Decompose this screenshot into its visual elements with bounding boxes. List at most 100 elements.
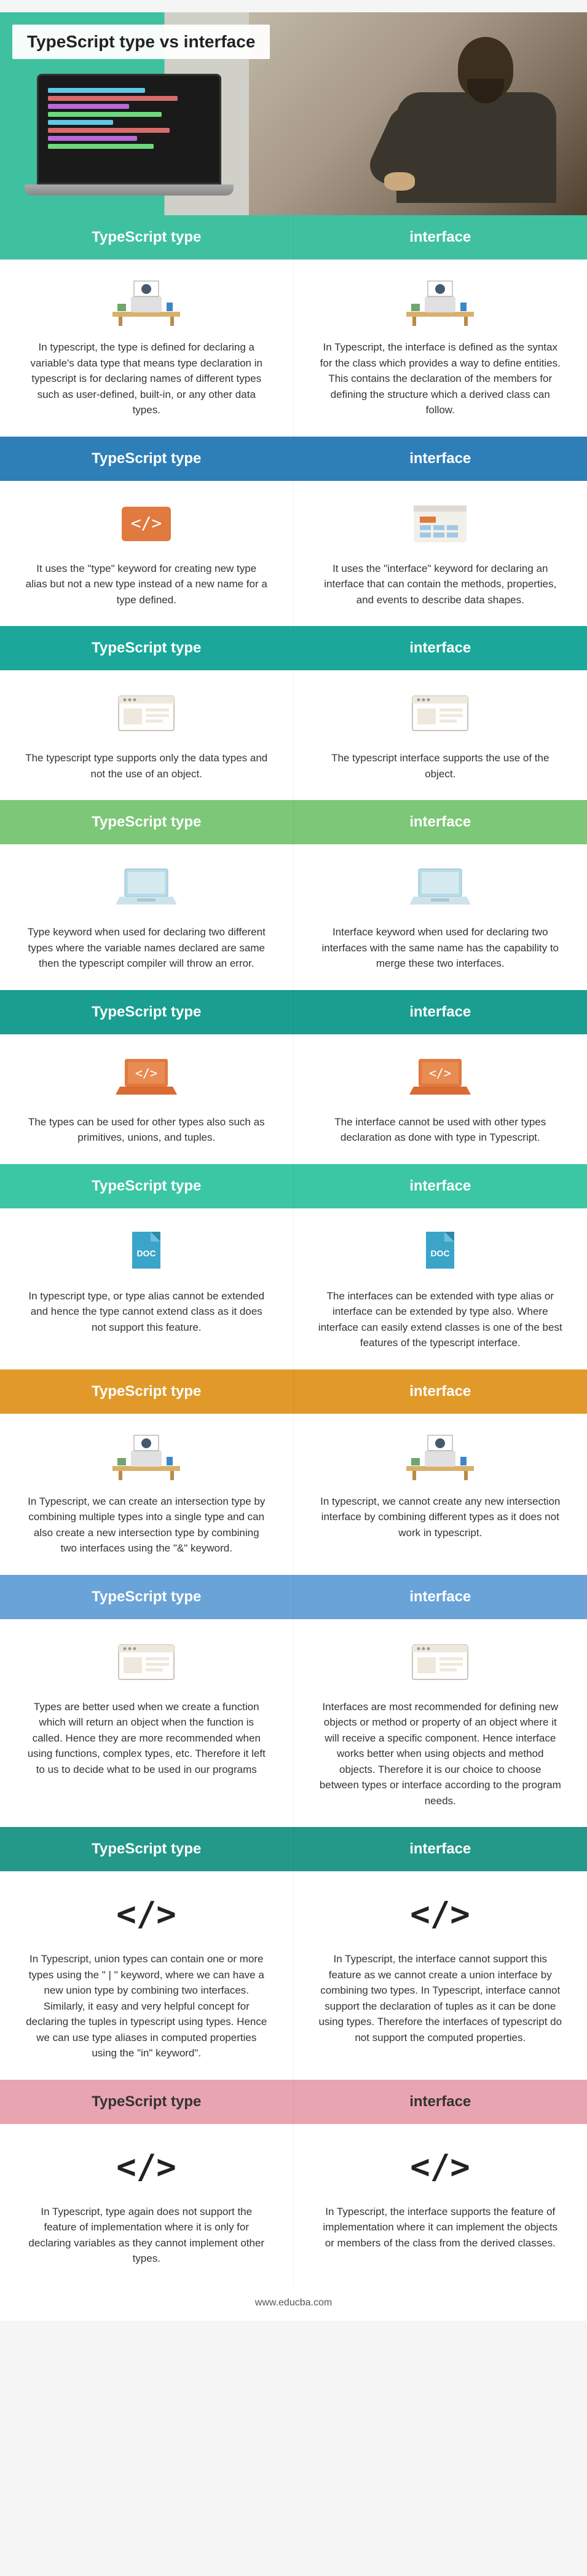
svg-text:</>: </> [429, 1066, 451, 1080]
body-left: </> In Typescript, union types can conta… [0, 1871, 294, 2080]
doc-icon: DOC [112, 1227, 180, 1276]
body-left-text: It uses the "type" keyword for creating … [25, 561, 269, 608]
body-right-text: The interface cannot be used with other … [318, 1114, 563, 1146]
code-brackets-icon: </> [406, 2142, 474, 2192]
body-right: DOC The interfaces can be extended with … [294, 1208, 587, 1369]
page-title: TypeScript type vs interface [12, 25, 270, 59]
header-right: interface [294, 1827, 587, 1871]
browser-icon [406, 689, 474, 738]
footer-url: www.educba.com [0, 2285, 587, 2321]
section-header: TypeScript type interface [0, 800, 587, 844]
body-left-text: In Typescript, union types can contain o… [25, 1951, 269, 2061]
code-brackets-icon: </> [406, 1890, 474, 1939]
header-left: TypeScript type [0, 1369, 294, 1414]
body-left-text: Types are better used when we create a f… [25, 1699, 269, 1778]
body-right: In typescript, we cannot create any new … [294, 1414, 587, 1575]
header-right: interface [294, 437, 587, 481]
desk-icon [112, 278, 180, 327]
laptop-blue-icon [112, 863, 180, 912]
header-left: TypeScript type [0, 626, 294, 670]
body-left: </> It uses the "type" keyword for creat… [0, 481, 294, 627]
body-left-text: Type keyword when used for declaring two… [25, 924, 269, 972]
laptop-blue-icon [406, 863, 474, 912]
hero-section: TypeScript type vs interface [0, 12, 587, 215]
header-right: interface [294, 1164, 587, 1208]
body-right: Interfaces are most recommended for defi… [294, 1619, 587, 1828]
header-right: interface [294, 215, 587, 260]
svg-text:</>: </> [410, 1895, 470, 1933]
body-right: </> In Typescript, the interface support… [294, 2124, 587, 2285]
section-header: TypeScript type interface [0, 1827, 587, 1871]
section-body: </> In Typescript, type again does not s… [0, 2124, 587, 2285]
header-left: TypeScript type [0, 1827, 294, 1871]
body-left-text: In typescript, the type is defined for d… [25, 339, 269, 418]
body-left: Type keyword when used for declaring two… [0, 844, 294, 990]
header-right: interface [294, 1575, 587, 1619]
desk-icon [406, 278, 474, 327]
svg-text:</>: </> [135, 1066, 157, 1080]
browser-icon [112, 689, 180, 738]
body-right-text: In Typescript, the interface supports th… [318, 2204, 563, 2251]
section-header: TypeScript type interface [0, 437, 587, 481]
body-left-text: The typescript type supports only the da… [25, 750, 269, 782]
hero-person-photo [249, 12, 587, 215]
section-header: TypeScript type interface [0, 215, 587, 260]
laptop-orange-icon: </> [112, 1053, 180, 1102]
body-right-text: The interfaces can be extended with type… [318, 1288, 563, 1351]
section-body: Types are better used when we create a f… [0, 1619, 587, 1828]
header-right: interface [294, 2080, 587, 2124]
laptop-orange-icon: </> [406, 1053, 474, 1102]
header-left: TypeScript type [0, 1164, 294, 1208]
body-left: In Typescript, we can create an intersec… [0, 1414, 294, 1575]
section-body: </> The types can be used for other type… [0, 1034, 587, 1164]
section-body: </> In Typescript, union types can conta… [0, 1871, 587, 2080]
body-right: The typescript interface supports the us… [294, 670, 587, 800]
header-right: interface [294, 626, 587, 670]
body-right: In Typescript, the interface is defined … [294, 260, 587, 437]
body-left: </> The types can be used for other type… [0, 1034, 294, 1164]
section-header: TypeScript type interface [0, 990, 587, 1034]
browser-icon [112, 1638, 180, 1687]
section-header: TypeScript type interface [0, 2080, 587, 2124]
body-left-text: In Typescript, type again does not suppo… [25, 2204, 269, 2267]
body-right-text: In Typescript, the interface cannot supp… [318, 1951, 563, 2045]
header-left: TypeScript type [0, 1575, 294, 1619]
body-left: DOC In typescript type, or type alias ca… [0, 1208, 294, 1369]
svg-text:</>: </> [116, 1895, 176, 1933]
header-left: TypeScript type [0, 990, 294, 1034]
section-header: TypeScript type interface [0, 1575, 587, 1619]
header-left: TypeScript type [0, 800, 294, 844]
header-left: TypeScript type [0, 2080, 294, 2124]
body-right: Interface keyword when used for declarin… [294, 844, 587, 990]
body-right-text: The typescript interface supports the us… [318, 750, 563, 782]
code-window-icon [406, 499, 474, 549]
header-right: interface [294, 800, 587, 844]
browser-icon [406, 1638, 474, 1687]
body-right: </> The interface cannot be used with ot… [294, 1034, 587, 1164]
svg-text:</>: </> [116, 2147, 176, 2186]
body-left: </> In Typescript, type again does not s… [0, 2124, 294, 2285]
desk-icon [406, 1432, 474, 1481]
code-brackets-icon: </> [112, 1890, 180, 1939]
body-right-text: It uses the "interface" keyword for decl… [318, 561, 563, 608]
hero-laptop-illustration [25, 74, 234, 203]
body-left-text: In typescript type, or type alias cannot… [25, 1288, 269, 1336]
section-body: Type keyword when used for declaring two… [0, 844, 587, 990]
body-left-text: In Typescript, we can create an intersec… [25, 1494, 269, 1556]
body-left: In typescript, the type is defined for d… [0, 260, 294, 437]
code-window-icon: </> [112, 499, 180, 549]
comparison-rows: TypeScript type interface In typescript,… [0, 215, 587, 2285]
section-header: TypeScript type interface [0, 1369, 587, 1414]
section-body: DOC In typescript type, or type alias ca… [0, 1208, 587, 1369]
body-left: Types are better used when we create a f… [0, 1619, 294, 1828]
header-left: TypeScript type [0, 215, 294, 260]
infographic-container: TypeScript type vs interface [0, 12, 587, 2321]
body-right-text: Interfaces are most recommended for defi… [318, 1699, 563, 1809]
header-left: TypeScript type [0, 437, 294, 481]
section-header: TypeScript type interface [0, 1164, 587, 1208]
body-right: It uses the "interface" keyword for decl… [294, 481, 587, 627]
svg-text:DOC: DOC [137, 1248, 156, 1258]
body-left: The typescript type supports only the da… [0, 670, 294, 800]
body-left-text: The types can be used for other types al… [25, 1114, 269, 1146]
section-body: In Typescript, we can create an intersec… [0, 1414, 587, 1575]
